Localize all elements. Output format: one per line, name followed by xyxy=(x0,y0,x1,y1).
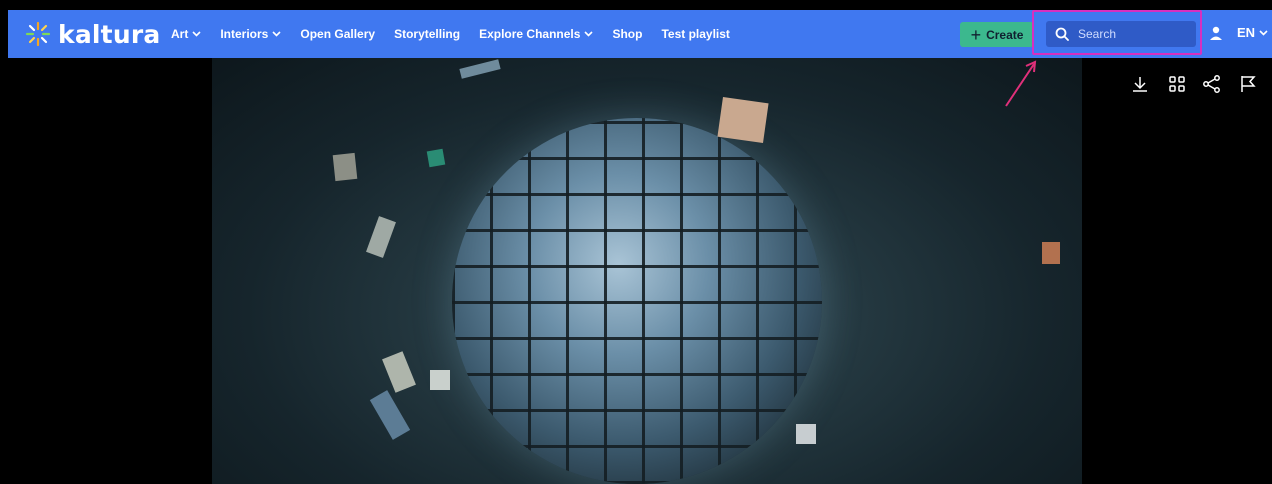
nav-item-label: Shop xyxy=(612,27,643,41)
top-navbar: kaltura Art Interiors Open Gallery Story… xyxy=(8,10,1272,58)
annotation-arrow xyxy=(1005,60,1037,107)
video-frame-tile xyxy=(369,390,411,440)
video-frame-tile xyxy=(430,370,450,390)
video-frame-tile xyxy=(717,96,769,144)
create-button[interactable]: + Create xyxy=(960,22,1034,47)
video-frame-tile xyxy=(382,351,416,393)
chevron-down-icon xyxy=(272,31,281,37)
video-frame-tile xyxy=(426,148,446,168)
plus-icon: + xyxy=(970,24,982,45)
grid-icon[interactable] xyxy=(1167,74,1187,94)
video-frame-tile xyxy=(796,424,816,444)
language-label: EN xyxy=(1237,25,1256,40)
video-frame-globe xyxy=(452,118,822,484)
video-frame-tile xyxy=(1042,242,1060,264)
nav-item-label: Open Gallery xyxy=(300,27,376,41)
share-icon[interactable] xyxy=(1202,74,1222,94)
nav-item-storytelling[interactable]: Storytelling xyxy=(394,27,460,41)
create-button-label: Create xyxy=(986,27,1024,42)
nav-item-shop[interactable]: Shop xyxy=(612,27,642,41)
nav-item-art[interactable]: Art xyxy=(171,27,201,41)
page: kaltura Art Interiors Open Gallery Story… xyxy=(0,0,1272,484)
search-highlight-box xyxy=(1032,10,1202,55)
nav-item-label: Explore Channels xyxy=(479,27,581,41)
nav-item-interiors[interactable]: Interiors xyxy=(220,27,281,41)
language-selector[interactable]: EN xyxy=(1237,25,1268,40)
user-icon[interactable] xyxy=(1208,25,1224,41)
nav-item-label: Art xyxy=(171,27,189,41)
logo-text: kaltura xyxy=(58,19,161,49)
flag-icon[interactable] xyxy=(1238,74,1258,94)
chevron-down-icon xyxy=(1259,29,1268,36)
nav-item-label: Interiors xyxy=(220,27,269,41)
download-icon[interactable] xyxy=(1130,74,1150,94)
nav-item-open-gallery[interactable]: Open Gallery xyxy=(300,27,375,41)
nav-item-explore-channels[interactable]: Explore Channels xyxy=(479,27,594,41)
nav-item-label: Storytelling xyxy=(394,27,461,41)
video-frame-tile xyxy=(332,152,358,182)
chevron-down-icon xyxy=(192,31,201,37)
video-frame-tile xyxy=(459,59,501,79)
nav-item-test-playlist[interactable]: Test playlist xyxy=(661,27,729,41)
main-nav: Art Interiors Open Gallery Storytelling … xyxy=(171,10,749,58)
kaltura-logo-icon xyxy=(25,21,51,47)
kaltura-logo[interactable]: kaltura xyxy=(24,19,161,49)
chevron-down-icon xyxy=(584,31,594,37)
video-frame-tile xyxy=(366,216,396,258)
nav-item-label: Test playlist xyxy=(661,27,730,41)
video-player[interactable] xyxy=(212,58,1082,484)
window-edge xyxy=(0,0,8,484)
